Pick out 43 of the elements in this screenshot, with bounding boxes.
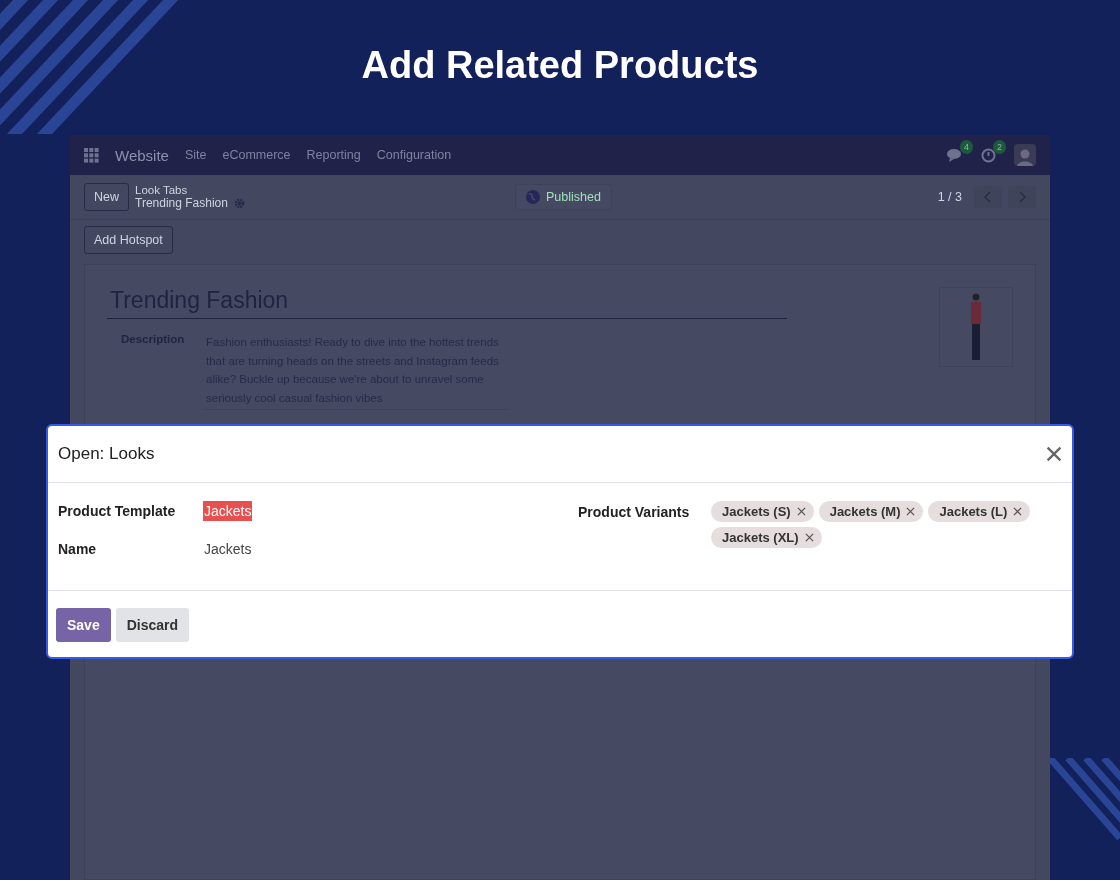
close-icon	[1013, 507, 1023, 516]
globe-icon	[525, 190, 540, 204]
variant-tag: Jackets (L)	[928, 501, 1031, 522]
published-button[interactable]: Published	[514, 184, 612, 210]
remove-button[interactable]	[796, 507, 806, 516]
close-icon	[796, 507, 806, 516]
menu-item[interactable]: Configuration	[376, 148, 452, 162]
page-heading: Add Related Products	[361, 44, 759, 87]
field-value[interactable]: Jackets	[203, 539, 253, 559]
close-button[interactable]	[1046, 446, 1062, 462]
menu-item[interactable]: eCommerce	[222, 148, 291, 162]
notification-badge: 2	[993, 139, 1006, 154]
save-button[interactable]: Save	[56, 608, 111, 642]
pager-counter: 1 / 3	[937, 190, 962, 204]
field-value[interactable]: Jackets	[203, 501, 253, 521]
app-grid-icon[interactable]	[84, 147, 99, 163]
add-hotspot-button[interactable]: Add Hotspot	[84, 226, 173, 254]
breadcrumb-link[interactable]: Look Tabs	[135, 184, 245, 196]
menu-item[interactable]: Site	[184, 148, 207, 162]
notification-badge: 4	[960, 140, 973, 154]
remove-button[interactable]	[906, 507, 916, 516]
chevron-left-icon	[984, 191, 992, 203]
chevron-right-icon	[1018, 191, 1026, 203]
discard-button[interactable]: Discard	[115, 608, 190, 642]
remove-button[interactable]	[804, 533, 814, 542]
new-button[interactable]: New	[84, 183, 129, 211]
close-icon	[804, 533, 814, 542]
avatar-icon[interactable]	[1014, 144, 1036, 166]
chat-icon[interactable]	[947, 148, 963, 162]
remove-button[interactable]	[1013, 507, 1023, 516]
clock-icon[interactable]	[981, 147, 996, 163]
menu-item[interactable]: Reporting	[306, 148, 361, 162]
record-name: Trending Fashion	[135, 196, 228, 210]
variant-tag: Jackets (M)	[818, 501, 924, 522]
app-name[interactable]: Website	[115, 146, 169, 164]
close-icon	[1046, 446, 1062, 462]
dialog-title: Open: Looks	[58, 444, 155, 464]
field-label: Product Template	[58, 503, 177, 519]
variant-tag: Jackets (XL)	[711, 527, 822, 548]
field-label: Name	[58, 541, 98, 557]
variant-tag: Jackets (S)	[711, 501, 814, 522]
close-icon	[906, 507, 916, 516]
field-label: Product Variants	[578, 503, 691, 520]
